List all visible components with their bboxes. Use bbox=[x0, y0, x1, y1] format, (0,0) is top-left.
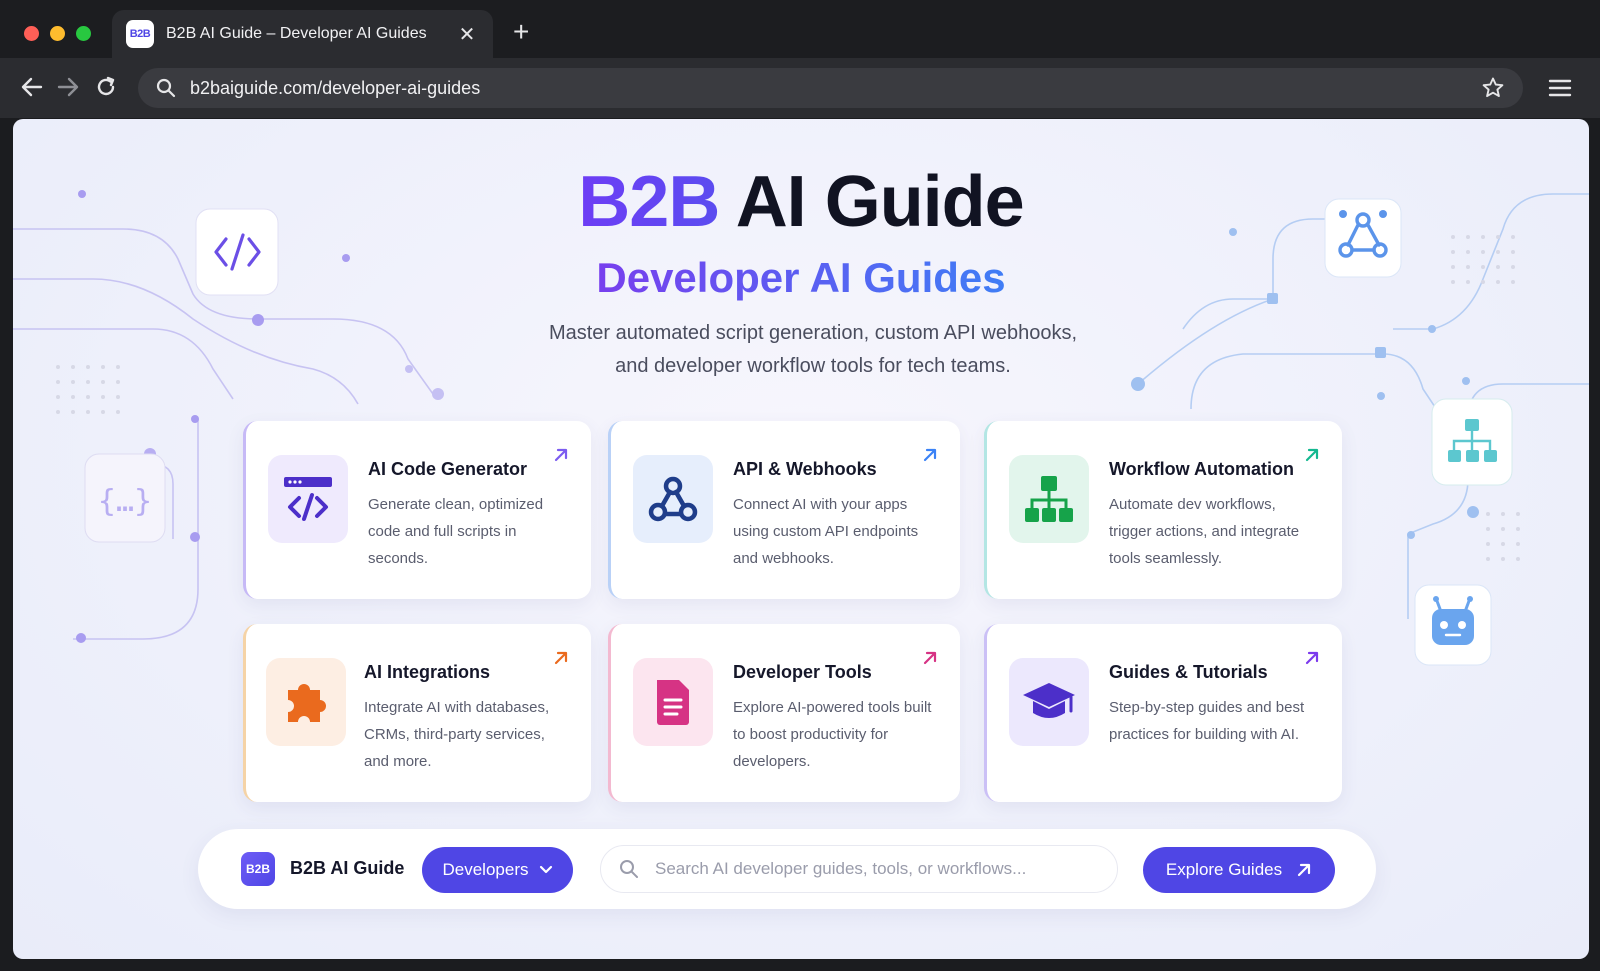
page-title: B2B AI Guide bbox=[13, 161, 1589, 243]
close-window-button[interactable] bbox=[24, 26, 39, 41]
card-title: API & Webhooks bbox=[733, 459, 877, 479]
puzzle-icon bbox=[266, 658, 346, 746]
card-description: Connect AI with your apps using custom A… bbox=[733, 496, 919, 567]
search-icon bbox=[156, 78, 176, 98]
dropdown-label: Developers bbox=[442, 860, 529, 879]
brand-name: B2B bbox=[578, 162, 720, 242]
bottom-search-bar: B2B B2B AI Guide Developers Explore Guid… bbox=[198, 829, 1376, 909]
minimize-window-button[interactable] bbox=[50, 26, 65, 41]
browser-chrome: B2B B2B AI Guide – Developer AI Guides ✕… bbox=[0, 0, 1600, 118]
card-title: AI Integrations bbox=[364, 662, 491, 682]
card-ai-integrations[interactable]: AI Integrations Integrate AI with databa… bbox=[243, 624, 591, 802]
menu-icon[interactable] bbox=[1548, 78, 1572, 98]
card-description: Explore AI-powered tools built to boost … bbox=[733, 699, 932, 770]
title-rest: AI Guide bbox=[735, 162, 1025, 242]
browser-tab[interactable]: B2B B2B AI Guide – Developer AI Guides ✕ bbox=[112, 10, 493, 58]
brand-label: B2B AI Guide bbox=[290, 858, 405, 878]
page-description: Master automated script generation, cust… bbox=[513, 317, 1113, 383]
address-bar[interactable]: b2baiguide.com/developer-ai-guides bbox=[138, 68, 1523, 108]
card-title: Developer Tools bbox=[733, 662, 872, 682]
arrow-up-right-icon[interactable] bbox=[1304, 447, 1320, 463]
webhook-icon bbox=[633, 455, 713, 543]
arrow-up-right-icon[interactable] bbox=[553, 447, 569, 463]
maximize-window-button[interactable] bbox=[76, 26, 91, 41]
arrow-up-right-icon[interactable] bbox=[922, 650, 938, 666]
chevron-down-icon bbox=[539, 865, 552, 874]
search-input[interactable] bbox=[655, 859, 1099, 879]
network-tile-icon bbox=[1431, 398, 1513, 486]
card-title: AI Code Generator bbox=[368, 459, 528, 479]
tab-favicon: B2B bbox=[126, 20, 154, 48]
svg-text:{…}: {…} bbox=[98, 484, 152, 519]
arrow-up-right-icon bbox=[1298, 863, 1311, 877]
card-description: Generate clean, optimized code and full … bbox=[368, 496, 544, 567]
arrow-up-right-icon[interactable] bbox=[1304, 650, 1320, 666]
card-title: Guides & Tutorials bbox=[1109, 662, 1268, 682]
bookmark-star-icon[interactable] bbox=[1481, 76, 1505, 100]
robot-tile-icon bbox=[1414, 584, 1492, 666]
reload-icon[interactable] bbox=[94, 75, 118, 99]
forward-arrow-icon[interactable] bbox=[56, 76, 80, 98]
card-description: Integrate AI with databases, CRMs, third… bbox=[364, 699, 550, 770]
explore-label: Explore Guides bbox=[1165, 860, 1283, 879]
tab-title: B2B AI Guide – Developer AI Guides bbox=[166, 25, 427, 42]
back-arrow-icon[interactable] bbox=[20, 76, 44, 98]
developers-dropdown[interactable]: Developers bbox=[422, 847, 573, 893]
sitemap-icon bbox=[1009, 455, 1089, 543]
logo: B2B bbox=[241, 852, 275, 886]
arrow-up-right-icon[interactable] bbox=[922, 447, 938, 463]
page-subtitle: Developer AI Guides bbox=[13, 254, 1589, 302]
description-line-2: and developer workflow tools for tech te… bbox=[615, 355, 1011, 377]
card-api-webhooks[interactable]: API & Webhooks Connect AI with your apps… bbox=[608, 421, 960, 599]
url-text: b2baiguide.com/developer-ai-guides bbox=[190, 77, 481, 98]
explore-guides-button[interactable]: Explore Guides bbox=[1143, 847, 1335, 893]
card-developer-tools[interactable]: Developer Tools Explore AI-powered tools… bbox=[608, 624, 960, 802]
card-title: Workflow Automation bbox=[1109, 459, 1294, 479]
card-workflow-automation[interactable]: Workflow Automation Automate dev workflo… bbox=[984, 421, 1342, 599]
description-line-1: Master automated script generation, cust… bbox=[548, 322, 1078, 344]
guide-search-field[interactable] bbox=[600, 845, 1118, 893]
card-description: Step-by-step guides and best practices f… bbox=[1109, 699, 1305, 743]
document-icon bbox=[633, 658, 713, 746]
graduation-cap-icon bbox=[1009, 658, 1089, 746]
arrow-up-right-icon[interactable] bbox=[553, 650, 569, 666]
card-guides-tutorials[interactable]: Guides & Tutorials Step-by-step guides a… bbox=[984, 624, 1342, 802]
page-content: {…} B2B AI Guide Developer AI Guides Mas… bbox=[13, 119, 1589, 959]
tab-close-icon[interactable]: ✕ bbox=[457, 22, 477, 47]
code-window-icon bbox=[268, 455, 348, 543]
new-tab-icon[interactable]: + bbox=[513, 16, 529, 48]
json-braces-tile-icon: {…} bbox=[84, 453, 166, 543]
card-description: Automate dev workflows, trigger actions,… bbox=[1109, 496, 1300, 567]
card-ai-code-generator[interactable]: AI Code Generator Generate clean, optimi… bbox=[243, 421, 591, 599]
search-icon bbox=[620, 860, 638, 878]
